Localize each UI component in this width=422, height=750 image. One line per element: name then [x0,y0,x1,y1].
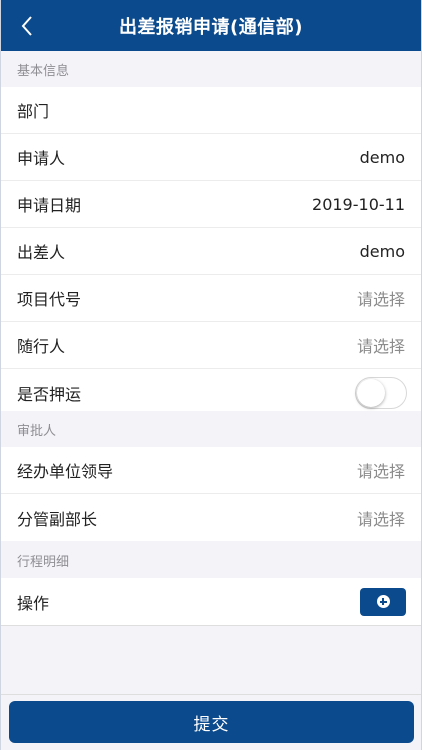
apply-date-label: 申请日期 [17,196,82,215]
applicant-row: 申请人 demo [1,134,421,181]
toggle-knob [357,378,385,407]
back-button[interactable] [7,0,47,51]
project-code-label: 项目代号 [17,290,82,309]
escort-label: 是否押运 [17,384,82,404]
page-title: 出差报销申请(通信部) [119,16,303,38]
project-code-select[interactable]: 请选择 [357,286,405,310]
companion-select[interactable]: 请选择 [357,333,405,357]
section-header-itinerary: 行程明细 [1,542,421,578]
project-code-row[interactable]: 项目代号 请选择 [1,275,421,322]
basic-info-group: 部门 申请人 demo 申请日期 2019-10-11 出差人 demo 项目代… [1,87,421,416]
footer: 提交 [1,694,421,750]
add-itinerary-button[interactable] [360,587,406,616]
operation-row: 操作 [1,578,421,625]
applicant-value: demo [359,147,405,167]
nav-bar: 出差报销申请(通信部) [1,0,421,51]
traveler-value: demo [359,241,405,261]
apply-date-row: 申请日期 2019-10-11 [1,181,421,228]
traveler-label: 出差人 [17,243,66,262]
submit-button[interactable]: 提交 [9,701,414,743]
deputy-minister-row[interactable]: 分管副部长 请选择 [1,494,421,541]
applicant-label: 申请人 [17,149,66,168]
department-label: 部门 [17,102,50,121]
companion-label: 随行人 [17,337,66,356]
deputy-minister-select[interactable]: 请选择 [357,506,405,530]
itinerary-group: 操作 [1,578,421,626]
department-row[interactable]: 部门 [1,87,421,134]
traveler-row: 出差人 demo [1,228,421,275]
unit-leader-label: 经办单位领导 [17,462,114,481]
section-header-approver: 审批人 [1,411,421,447]
escort-row: 是否押运 [1,369,421,416]
add-circle-icon [376,595,390,608]
unit-leader-row[interactable]: 经办单位领导 请选择 [1,447,421,494]
apply-date-value: 2019-10-11 [312,194,405,214]
deputy-minister-label: 分管副部长 [17,509,98,529]
section-header-basic: 基本信息 [1,51,421,87]
chevron-left-icon [21,15,32,36]
unit-leader-select[interactable]: 请选择 [357,458,405,482]
companion-row[interactable]: 随行人 请选择 [1,322,421,369]
escort-toggle[interactable] [355,376,407,409]
approver-group: 经办单位领导 请选择 分管副部长 请选择 [1,447,421,541]
page: 出差报销申请(通信部) 基本信息 部门 申请人 demo 申请日期 2019-1… [0,0,422,750]
operation-label: 操作 [17,593,50,613]
